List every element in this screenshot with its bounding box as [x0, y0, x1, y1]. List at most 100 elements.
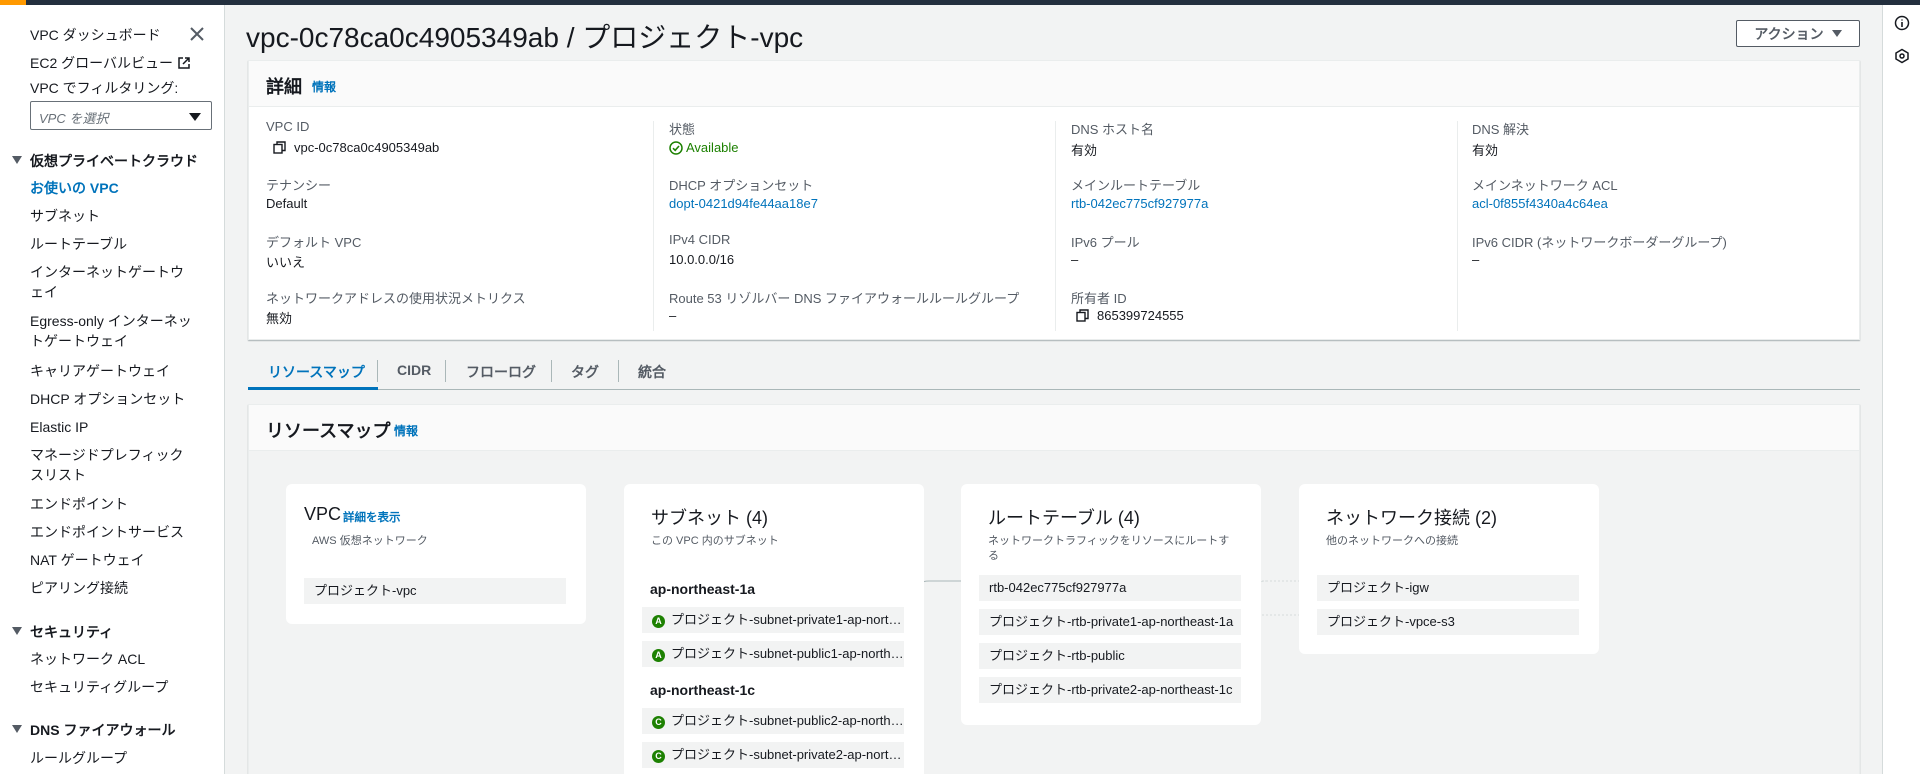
- actions-button[interactable]: アクション: [1736, 20, 1860, 47]
- actions-button-label: アクション: [1754, 25, 1824, 42]
- main-rt-label: メインルートテーブル: [1071, 178, 1201, 193]
- resource-map-info-link[interactable]: 情報: [394, 422, 418, 439]
- subnet-node[interactable]: A プロジェクト-subnet-public1-ap-northeast-1a: [642, 641, 904, 667]
- chevron-down-icon: [189, 113, 201, 121]
- sidebar-item-subnets[interactable]: サブネット: [30, 206, 200, 226]
- caret-down-icon: [1831, 30, 1842, 37]
- subnet-node[interactable]: C プロジェクト-subnet-private2-ap-northeast-1c: [642, 742, 904, 768]
- sidebar-item-elastic-ip[interactable]: Elastic IP: [30, 417, 200, 437]
- close-icon[interactable]: [188, 25, 206, 43]
- sidebar-item-endpoints[interactable]: エンドポイント: [30, 494, 200, 514]
- route-table-node[interactable]: プロジェクト-rtb-public: [979, 643, 1241, 669]
- main-rt-link[interactable]: rtb-042ec775cf927977a: [1071, 196, 1208, 211]
- sidebar-item-carrier-gateways[interactable]: キャリアゲートウェイ: [30, 361, 200, 381]
- copy-icon[interactable]: [273, 141, 286, 154]
- tab-cidr[interactable]: CIDR: [397, 362, 431, 378]
- vpc-filter-select[interactable]: VPC を選択: [30, 101, 212, 130]
- vpc-id-text: vpc-0c78ca0c4905349ab: [294, 140, 440, 155]
- tab-resource-map[interactable]: リソースマップ: [268, 362, 365, 382]
- sidebar-item-dhcp-option-sets[interactable]: DHCP オプションセット: [30, 389, 200, 409]
- sidebar-item-route-tables[interactable]: ルートテーブル: [30, 234, 200, 254]
- vpc-details-link[interactable]: 詳細を表示: [343, 509, 401, 525]
- vpc-filter-placeholder: VPC を選択: [39, 111, 109, 126]
- sidebar: VPC ダッシュボード EC2 グローバルビュー VPC でフィルタリング: V…: [0, 5, 225, 774]
- sidebar-section-dns-firewall-title: DNS ファイアウォール: [30, 722, 176, 738]
- details-info-link[interactable]: 情報: [312, 78, 336, 95]
- route53-label: Route 53 リゾルバー DNS ファイアウォールルールグループ: [669, 291, 1020, 306]
- main-acl-label: メインネットワーク ACL: [1472, 178, 1618, 193]
- dns-hostnames-value: 有効: [1071, 143, 1098, 158]
- info-icon[interactable]: [1894, 15, 1910, 31]
- vpc-node[interactable]: プロジェクト-vpc: [304, 578, 566, 604]
- sidebar-section-dns-firewall[interactable]: DNS ファイアウォール: [12, 720, 175, 740]
- subnet-node[interactable]: C プロジェクト-subnet-public2-ap-northeast-1c: [642, 708, 904, 734]
- tab-integrations[interactable]: 統合: [638, 362, 666, 382]
- external-link-icon: [178, 57, 190, 69]
- subnet-node[interactable]: A プロジェクト-subnet-private1-ap-northeast-1a: [642, 607, 904, 633]
- tab-flow-logs[interactable]: フローログ: [466, 362, 536, 382]
- vpc-card-subtitle: AWS 仮想ネットワーク: [312, 535, 428, 547]
- resource-map-header: リソースマップ 情報: [249, 405, 1859, 451]
- copy-icon[interactable]: [1076, 309, 1089, 322]
- sidebar-item-peering-connections[interactable]: ピアリング接続: [30, 578, 200, 598]
- az-badge-icon: A: [652, 615, 665, 628]
- right-utility-rail: [1882, 5, 1920, 774]
- network-connections-card: ネットワーク接続 (2) 他のネットワークへの接続 プロジェクト-igw プロジ…: [1299, 484, 1599, 654]
- dhcp-link[interactable]: dopt-0421d94fe44aa18e7: [669, 196, 818, 211]
- resource-map-panel: リソースマップ 情報 VPC 詳細を表示 AWS 仮想ネットワーク プロジェクト…: [248, 404, 1860, 774]
- sidebar-item-nat-gateways[interactable]: NAT ゲートウェイ: [30, 550, 200, 570]
- ipv6-cidr-label: IPv6 CIDR (ネットワークボーダーグループ): [1472, 235, 1727, 250]
- subnets-card-title: サブネット (4): [651, 508, 768, 528]
- route-tables-card-subtitle: ネットワークトラフィックをリソースにルートする: [988, 535, 1230, 562]
- sidebar-item-rule-groups[interactable]: ルールグループ: [30, 748, 200, 768]
- settings-hex-icon[interactable]: [1894, 48, 1910, 64]
- column-divider: [1457, 121, 1458, 331]
- route-table-node[interactable]: プロジェクト-rtb-private2-ap-northeast-1c: [979, 677, 1241, 703]
- sidebar-item-network-acls[interactable]: ネットワーク ACL: [30, 649, 200, 669]
- tab-separator: [377, 360, 378, 382]
- sidebar-item-managed-prefix-lists[interactable]: マネージドプレフィックスリスト: [30, 445, 195, 485]
- route53-value: –: [669, 308, 677, 323]
- network-connection-node[interactable]: プロジェクト-vpce-s3: [1317, 609, 1579, 635]
- route-table-node[interactable]: プロジェクト-rtb-private1-ap-northeast-1a: [979, 609, 1241, 635]
- sidebar-item-security-groups[interactable]: セキュリティグループ: [30, 677, 200, 697]
- az-badge-icon: A: [652, 649, 665, 662]
- dns-hostnames-label: DNS ホスト名: [1071, 122, 1155, 137]
- az-label: ap-northeast-1a: [650, 581, 756, 597]
- tenancy-label: テナンシー: [266, 178, 332, 193]
- az-badge-icon: C: [652, 750, 665, 763]
- sidebar-vpc-dashboard[interactable]: VPC ダッシュボード: [30, 25, 161, 45]
- network-connection-node[interactable]: プロジェクト-igw: [1317, 575, 1579, 601]
- main-acl-link[interactable]: acl-0f855f4340a4c64ea: [1472, 196, 1608, 211]
- tab-tags[interactable]: タグ: [571, 362, 599, 382]
- route-table-node[interactable]: rtb-042ec775cf927977a: [979, 575, 1241, 601]
- dns-resolution-label: DNS 解決: [1472, 122, 1530, 137]
- top-bar: [0, 0, 1920, 5]
- sidebar-item-internet-gateways[interactable]: インターネットゲートウェイ: [30, 262, 190, 302]
- sidebar-item-egress-only-igw[interactable]: Egress-only インターネットゲートウェイ: [30, 311, 198, 351]
- sidebar-item-your-vpcs[interactable]: お使いの VPC: [30, 178, 200, 198]
- ipv4-cidr-value: 10.0.0.0/16: [669, 252, 735, 267]
- column-divider: [1055, 121, 1056, 331]
- details-title: 詳細: [266, 77, 302, 97]
- success-icon: [669, 141, 683, 155]
- tenancy-value: Default: [266, 196, 308, 211]
- sidebar-item-endpoint-services[interactable]: エンドポイントサービス: [30, 522, 200, 542]
- ipv6-pool-value: –: [1071, 252, 1079, 267]
- details-header: 詳細 情報: [249, 61, 1859, 107]
- subnet-name: プロジェクト-subnet-public1-ap-northeast-1a: [671, 646, 904, 661]
- dhcp-label: DHCP オプションセット: [669, 178, 814, 193]
- vpc-card: VPC 詳細を表示 AWS 仮想ネットワーク プロジェクト-vpc: [286, 484, 586, 624]
- caret-down-icon: [12, 156, 22, 164]
- nau-metrics-value: 無効: [266, 311, 293, 326]
- az-label: ap-northeast-1c: [650, 682, 756, 698]
- sidebar-section-vpc[interactable]: 仮想プライベートクラウド: [12, 151, 198, 171]
- subnets-card-subtitle: この VPC 内のサブネット: [651, 535, 779, 547]
- sidebar-ec2-global-view[interactable]: EC2 グローバルビュー: [30, 53, 191, 73]
- owner-value: 865399724555: [1076, 308, 1184, 323]
- sidebar-section-security[interactable]: セキュリティ: [12, 622, 113, 642]
- caret-down-icon: [12, 725, 22, 733]
- dns-resolution-value: 有効: [1472, 143, 1499, 158]
- subnets-card: サブネット (4) この VPC 内のサブネット ap-northeast-1a…: [624, 484, 924, 774]
- subnet-name: プロジェクト-subnet-private1-ap-northeast-1a: [671, 612, 904, 627]
